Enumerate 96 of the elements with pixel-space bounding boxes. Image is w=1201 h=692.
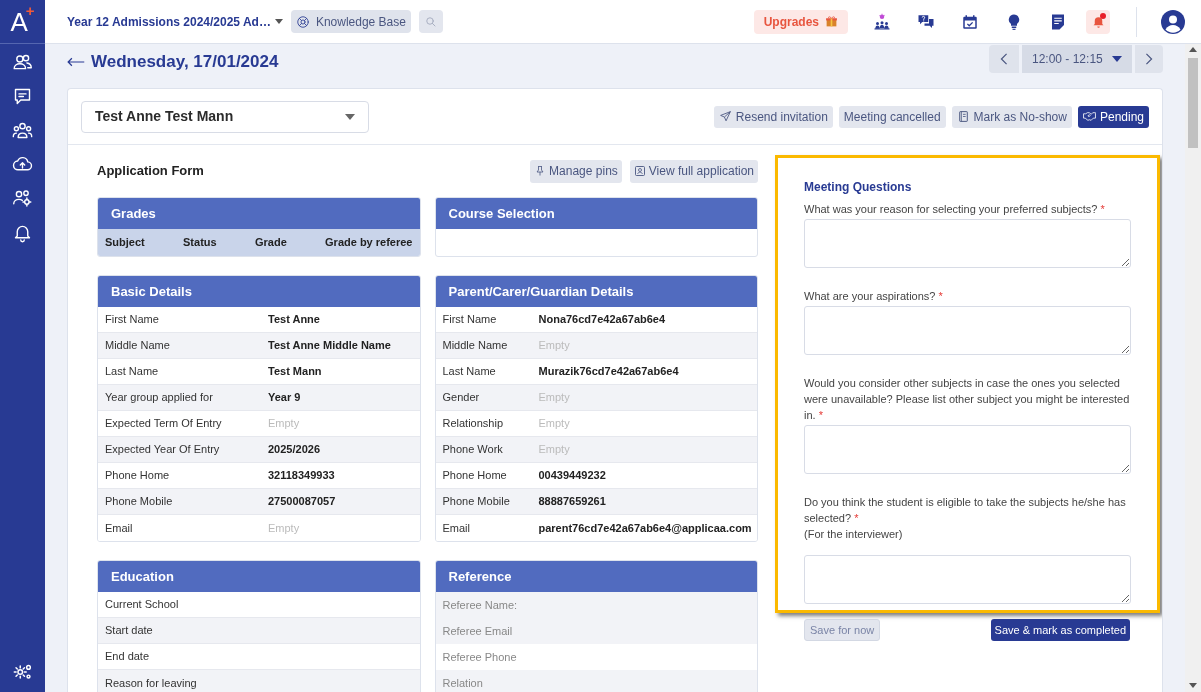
- chevron-left-icon: [999, 53, 1009, 65]
- page-title: Wednesday, 17/01/2024: [91, 51, 279, 74]
- back-arrow-icon[interactable]: [67, 56, 85, 68]
- upgrades-button[interactable]: Upgrades: [753, 9, 848, 34]
- form-button[interactable]: Manage pins: [530, 159, 622, 183]
- field-label: Gender: [442, 390, 481, 406]
- section-header: Basic Details: [98, 276, 420, 307]
- field-label: Phone Mobile: [442, 494, 511, 510]
- action-button[interactable]: Pending: [1077, 105, 1149, 128]
- group-icon[interactable]: [12, 120, 33, 141]
- field-label: Phone Mobile: [105, 494, 174, 510]
- column-header: Subject: [105, 235, 145, 251]
- question-note: (For the interviewer): [804, 527, 904, 542]
- calendar-icon[interactable]: [961, 12, 979, 31]
- section-title: Meeting Questions: [804, 179, 913, 196]
- search-icon: [424, 15, 437, 28]
- field-value: Test Anne Middle Name: [268, 338, 391, 354]
- field-value: Empty: [538, 338, 570, 354]
- pin-icon: [534, 165, 547, 177]
- field-label: Phone Home: [105, 468, 171, 484]
- field-value: Empty: [538, 442, 570, 458]
- field-label: Referee Email: [442, 623, 513, 639]
- field-label: Phone Work: [442, 442, 504, 458]
- field-value: Empty: [268, 416, 300, 432]
- section-header: Course Selection: [435, 198, 757, 229]
- book-icon: [956, 110, 970, 123]
- lifebuoy-icon: [295, 14, 310, 29]
- user-avatar-icon[interactable]: [1161, 9, 1185, 34]
- field-value: 88887659261: [538, 494, 606, 510]
- field-value: 27500087057: [268, 494, 336, 510]
- field-label: Last Name: [442, 364, 497, 380]
- question-label: Do you think the student is eligible to take the subjects he/she has selected? *: [804, 495, 1127, 526]
- field-label: Current School: [105, 597, 179, 613]
- chevron-right-icon: [1144, 53, 1154, 65]
- field-value: Nona76cd7e42a67ab6e4: [538, 312, 666, 328]
- field-label: First Name: [105, 312, 160, 328]
- question-label: What was your reason for selecting your preferred subjects? *: [804, 202, 1106, 217]
- previous-slot-button[interactable]: [989, 45, 1019, 73]
- column-header: Grade by referee: [325, 235, 413, 251]
- field-value: Test Anne: [268, 312, 320, 328]
- action-button[interactable]: Mark as No-show: [951, 105, 1072, 128]
- field-value: Empty: [268, 520, 300, 536]
- presenter-icon[interactable]: [873, 12, 891, 31]
- column-header: Status: [183, 235, 217, 251]
- gift-icon: [825, 15, 838, 28]
- save-for-now-button[interactable]: Save for now: [804, 619, 881, 641]
- field-label: Relation: [442, 675, 483, 691]
- field-label: Expected Term Of Entry: [105, 416, 223, 432]
- field-label: Expected Year Of Entry: [105, 442, 221, 458]
- action-button[interactable]: Meeting cancelled: [838, 105, 946, 128]
- field-label: Last Name: [105, 364, 160, 380]
- field-label: Referee Name:: [442, 597, 518, 613]
- chat-icon[interactable]: [12, 86, 33, 107]
- section-header: Reference: [435, 561, 757, 592]
- column-header: Grade: [254, 235, 287, 251]
- field-label: First Name: [442, 312, 498, 328]
- field-label: Reason for leaving: [105, 675, 197, 691]
- field-value: Empty: [538, 416, 570, 432]
- field-label: Email: [105, 520, 134, 536]
- field-label: Referee Phone: [442, 649, 517, 665]
- section-title: Application Form: [97, 162, 204, 181]
- field-value: 2025/2026: [268, 442, 320, 458]
- field-value: Year 9: [268, 390, 301, 406]
- person-card-icon: [633, 165, 646, 177]
- notifications-button[interactable]: [1086, 9, 1110, 34]
- program-dropdown[interactable]: Year 12 Admissions 2024/2025 Ad…: [67, 12, 283, 31]
- question-label: Would you consider other subjects in case the ones you selected were unavailable? Please list other subject you might be interested in. *: [804, 376, 1131, 423]
- field-label: Relationship: [442, 416, 505, 432]
- applicant-dropdown[interactable]: Test Anne Test Mann: [81, 100, 369, 133]
- knowledge-base-button[interactable]: Knowledge Base: [290, 10, 411, 33]
- save-and-complete-button[interactable]: Save & mark as completed: [990, 619, 1130, 641]
- section-header: Education: [98, 561, 420, 592]
- field-value: Empty: [538, 390, 570, 406]
- field-label: Phone Home: [442, 468, 508, 484]
- field-value: Murazik76cd7e42a67ab6e4: [538, 364, 679, 380]
- field-label: End date: [105, 649, 150, 665]
- section-header: Grades: [98, 198, 420, 229]
- action-button[interactable]: Resend invitation: [713, 105, 833, 128]
- field-label: Middle Name: [442, 338, 509, 354]
- field-label: Email: [442, 520, 471, 536]
- next-slot-button[interactable]: [1135, 45, 1163, 73]
- user-settings-icon[interactable]: [12, 188, 33, 209]
- field-label: Start date: [105, 623, 153, 639]
- time-slot-dropdown[interactable]: 12:00 - 12:15: [1022, 45, 1132, 73]
- section-header: Parent/Carer/Guardian Details: [435, 276, 757, 307]
- paper-plane-icon: [718, 110, 732, 123]
- field-label: Year group applied for: [105, 390, 214, 406]
- field-value: 32118349933: [268, 468, 335, 484]
- document-icon[interactable]: [1049, 12, 1067, 31]
- handshake-icon: [1082, 110, 1096, 123]
- field-value: 00439449232: [538, 468, 606, 484]
- field-value: parent76cd7e42a67ab6e4@applicaa.com: [538, 520, 752, 536]
- field-value: Test Mann: [268, 364, 322, 380]
- form-button[interactable]: View full application: [629, 159, 758, 183]
- question-label: What are your aspirations? *: [804, 289, 944, 304]
- field-label: Middle Name: [105, 338, 171, 354]
